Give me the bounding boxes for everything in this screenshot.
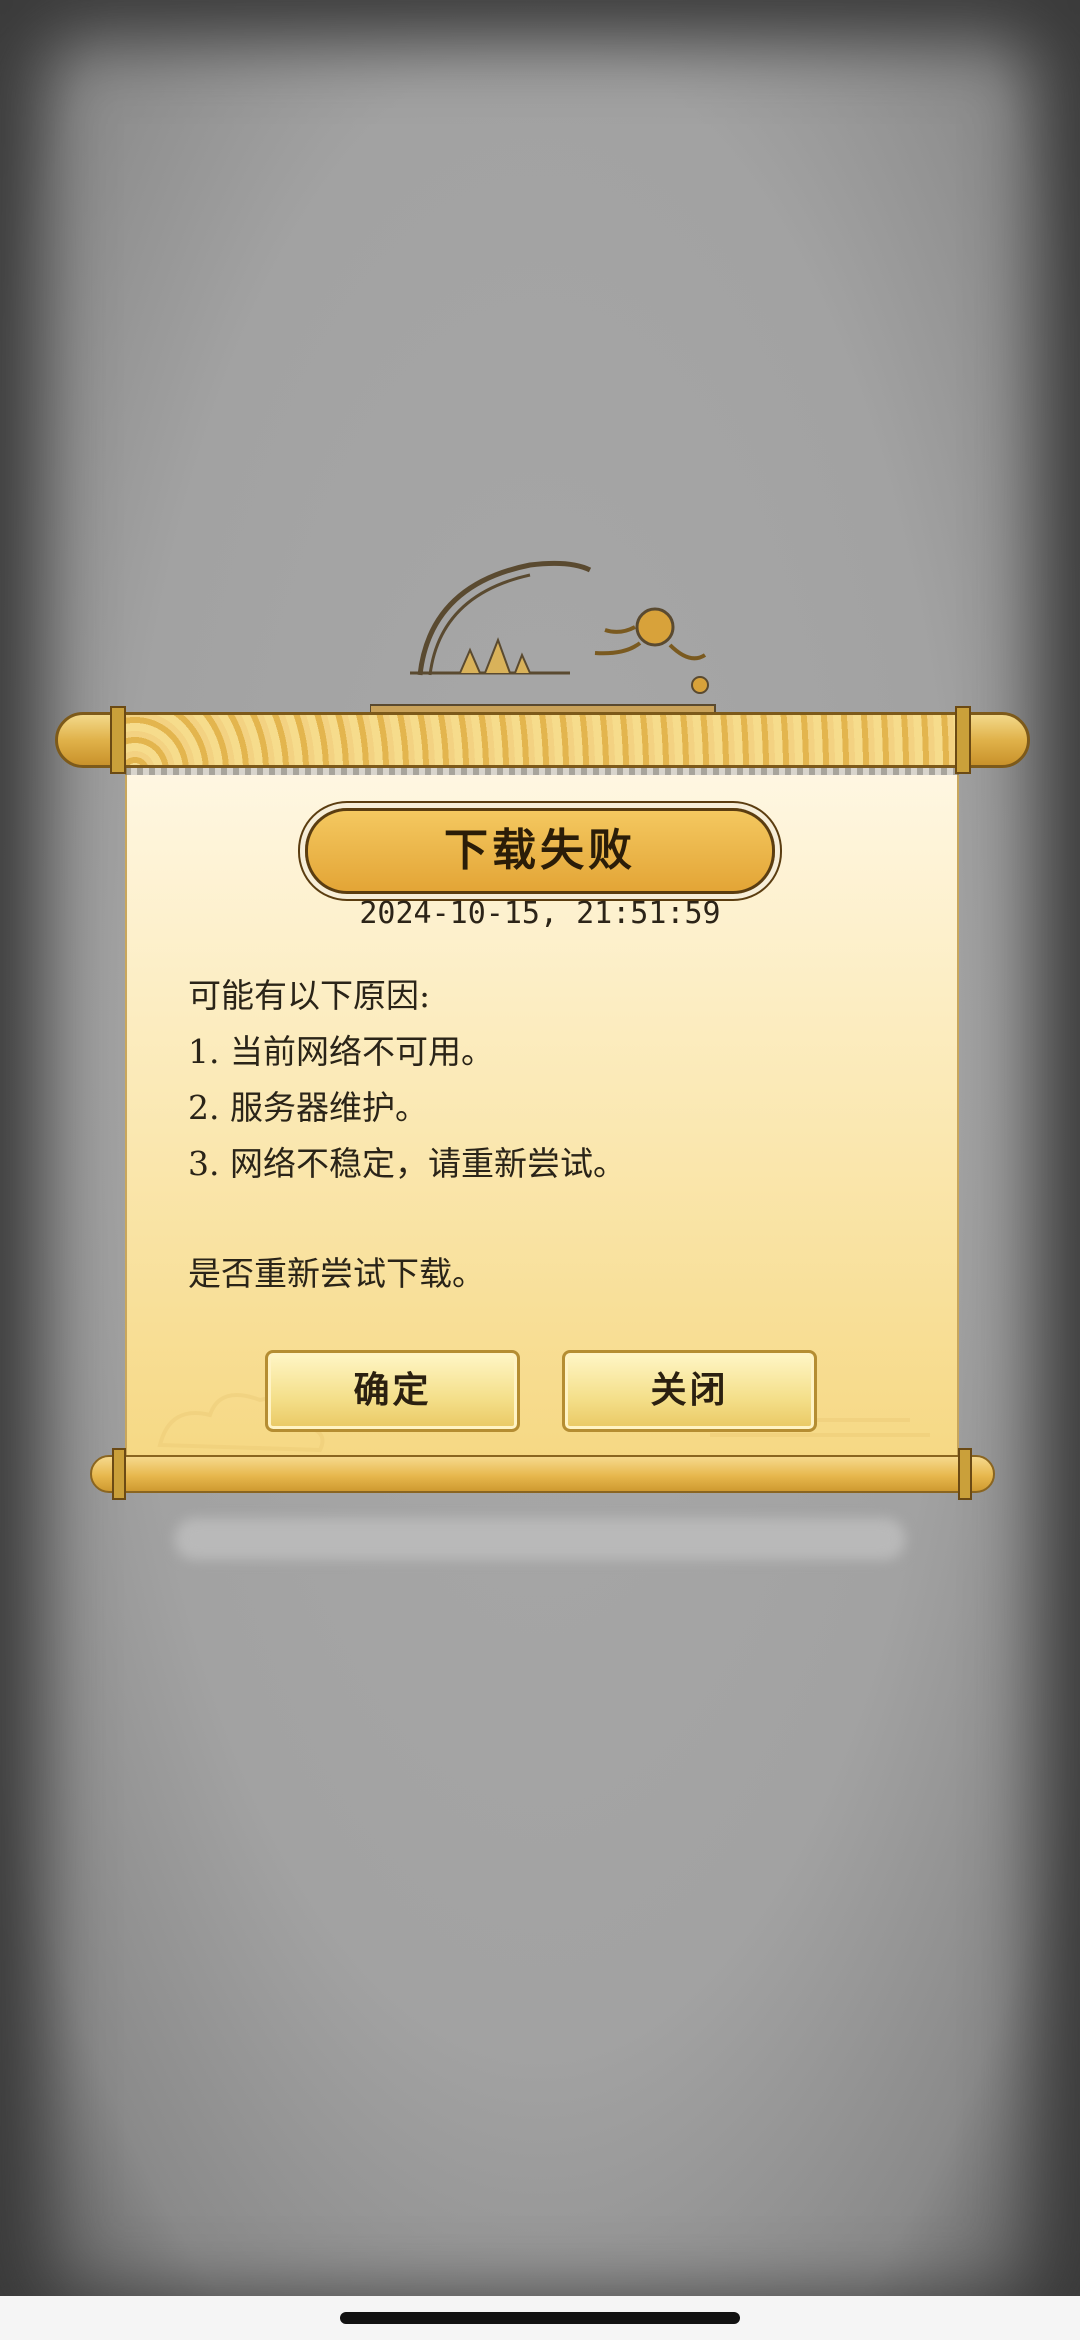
blurred-subtitle (320, 1680, 760, 1730)
retry-question: 是否重新尝试下载。 (188, 1254, 485, 1293)
home-indicator[interactable] (340, 2312, 740, 2324)
reason-item-2: 2. 服务器维护。 (188, 1088, 428, 1127)
reason-item-1: 1. 当前网络不可用。 (188, 1032, 494, 1071)
rod-cap-left (110, 706, 126, 774)
timestamp: 2024-10-15, 21:51:59 (359, 896, 721, 931)
bottom-rod-cap-right (958, 1448, 972, 1500)
rod-cap-right (955, 706, 971, 774)
blurred-link-text (380, 1600, 710, 1656)
bottom-rod-cap-left (112, 1448, 126, 1500)
reason-header: 可能有以下原因: (188, 976, 431, 1015)
cloud-ornament-icon (370, 560, 716, 714)
reason-item-3: 3. 网络不稳定，请重新尝试。 (188, 1144, 626, 1183)
message-body: 可能有以下原因: 1. 当前网络不可用。 2. 服务器维护。 3. 网络不稳定，… (188, 968, 908, 1302)
dialog-title: 下载失败 (444, 825, 636, 876)
scroll-top-band (115, 712, 970, 768)
confirm-button[interactable]: 确定 (265, 1350, 520, 1432)
close-button[interactable]: 关闭 (562, 1350, 817, 1432)
blurred-progress-bar (175, 1518, 905, 1560)
scroll-bottom-rod (90, 1455, 995, 1493)
